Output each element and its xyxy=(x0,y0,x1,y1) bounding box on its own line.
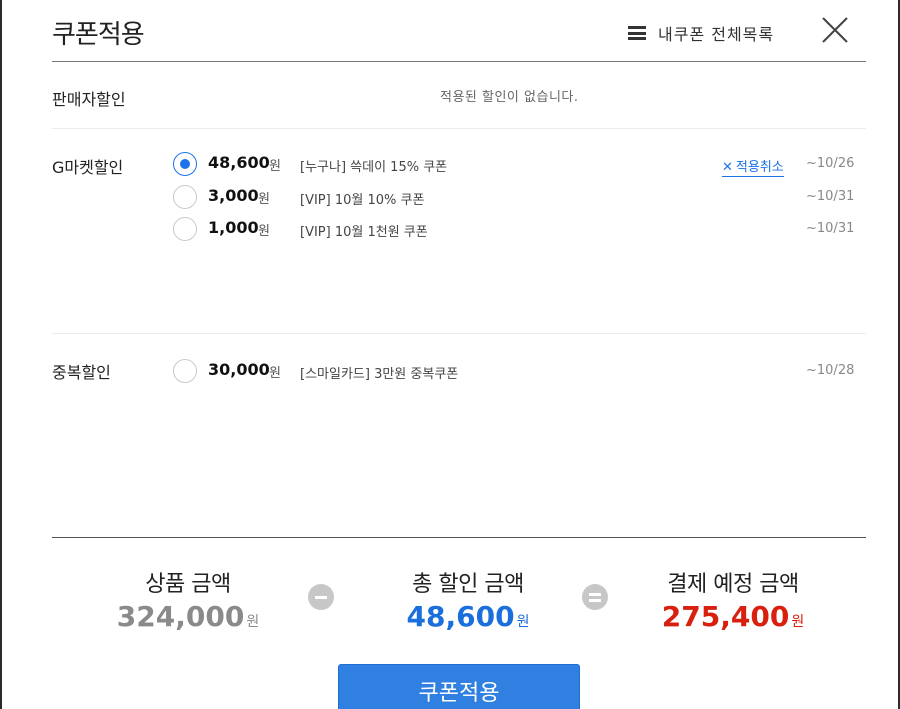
coupon-name: [스마일카드] 3만원 중복쿠폰 xyxy=(300,367,459,382)
close-icon: ✕ xyxy=(722,160,733,175)
coupon-won: 원 xyxy=(269,159,281,174)
coupon-amount: 30,000 xyxy=(208,360,270,379)
product-amount-block: 상품 금액 324,000 원 xyxy=(108,566,268,633)
total-discount-number: 48,600 xyxy=(406,600,515,633)
coupon-row: 30,000 원 [스마일카드] 3만원 중복쿠폰 ~10/28 xyxy=(52,359,866,389)
coupon-radio[interactable] xyxy=(173,359,197,383)
apply-coupon-button[interactable]: 쿠폰적용 xyxy=(338,664,580,709)
product-amount-label: 상품 금액 xyxy=(145,572,231,597)
payment-amount-block: 결제 예정 금액 275,400 원 xyxy=(650,566,816,633)
coupon-expiry: ~10/26 xyxy=(806,156,855,171)
summary-divider xyxy=(52,537,866,538)
coupon-amount: 1,000 xyxy=(208,218,259,237)
coupon-won: 원 xyxy=(269,366,281,381)
duplicate-discount-section: 중복할인 30,000 원 [스마일카드] 3만원 중복쿠폰 ~10/28 xyxy=(52,357,866,507)
coupon-name: [누구나] 쓱데이 15% 쿠폰 xyxy=(300,160,448,175)
my-coupon-list-link[interactable]: 내쿠폰 전체목록 xyxy=(628,21,774,45)
coupon-won: 원 xyxy=(258,192,270,207)
seller-discount-section: 판매자할인 적용된 할인이 없습니다. xyxy=(52,62,866,128)
product-amount-number: 324,000 xyxy=(116,600,245,633)
coupon-won: 원 xyxy=(258,224,270,239)
coupon-radio[interactable] xyxy=(173,152,197,176)
payment-amount-label: 결제 예정 금액 xyxy=(667,572,799,597)
coupon-radio[interactable] xyxy=(173,217,197,241)
won-unit: 원 xyxy=(516,614,530,630)
seller-empty-text: 적용된 할인이 없습니다. xyxy=(440,90,579,105)
payment-amount-number: 275,400 xyxy=(661,600,790,633)
coupon-modal: 쿠폰적용 내쿠폰 전체목록 판매자할인 적용된 할인이 없습니다. G마켓할인 … xyxy=(2,0,898,709)
coupon-amount: 3,000 xyxy=(208,186,259,205)
modal-header: 쿠폰적용 내쿠폰 전체목록 xyxy=(2,0,898,62)
minus-icon xyxy=(308,584,334,610)
product-amount-value: 324,000 원 xyxy=(108,600,268,633)
coupon-expiry: ~10/31 xyxy=(806,221,855,236)
section-divider xyxy=(52,333,866,334)
won-unit: 원 xyxy=(246,614,260,630)
my-coupon-list-label: 내쿠폰 전체목록 xyxy=(658,25,775,44)
coupon-row: 3,000 원 [VIP] 10월 10% 쿠폰 ~10/31 xyxy=(52,185,866,215)
won-unit: 원 xyxy=(791,614,805,630)
coupon-expiry: ~10/31 xyxy=(806,189,855,204)
seller-discount-label: 판매자할인 xyxy=(52,90,126,109)
cancel-coupon-link[interactable]: ✕ 적용취소 xyxy=(722,156,784,177)
coupon-row: 48,600 원 [누구나] 쓱데이 15% 쿠폰 ✕ 적용취소 ~10/26 xyxy=(52,152,866,182)
gmarket-discount-section: G마켓할인 48,600 원 [누구나] 쓱데이 15% 쿠폰 ✕ 적용취소 ~1… xyxy=(52,152,866,322)
total-discount-label: 총 할인 금액 xyxy=(412,572,524,597)
coupon-radio[interactable] xyxy=(173,185,197,209)
payment-amount-value: 275,400 원 xyxy=(650,600,816,633)
section-divider xyxy=(52,128,866,129)
coupon-expiry: ~10/28 xyxy=(806,363,855,378)
total-discount-block: 총 할인 금액 48,600 원 xyxy=(378,566,558,633)
modal-title: 쿠폰적용 xyxy=(52,20,145,50)
coupon-name: [VIP] 10월 10% 쿠폰 xyxy=(300,193,425,208)
menu-icon xyxy=(628,26,646,40)
coupon-name: [VIP] 10월 1천원 쿠폰 xyxy=(300,225,428,240)
coupon-amount: 48,600 xyxy=(208,153,270,172)
cancel-label: 적용취소 xyxy=(735,160,784,175)
equals-icon xyxy=(582,584,608,610)
total-discount-value: 48,600 원 xyxy=(378,600,558,633)
close-icon[interactable] xyxy=(820,15,850,45)
coupon-row: 1,000 원 [VIP] 10월 1천원 쿠폰 ~10/31 xyxy=(52,217,866,247)
